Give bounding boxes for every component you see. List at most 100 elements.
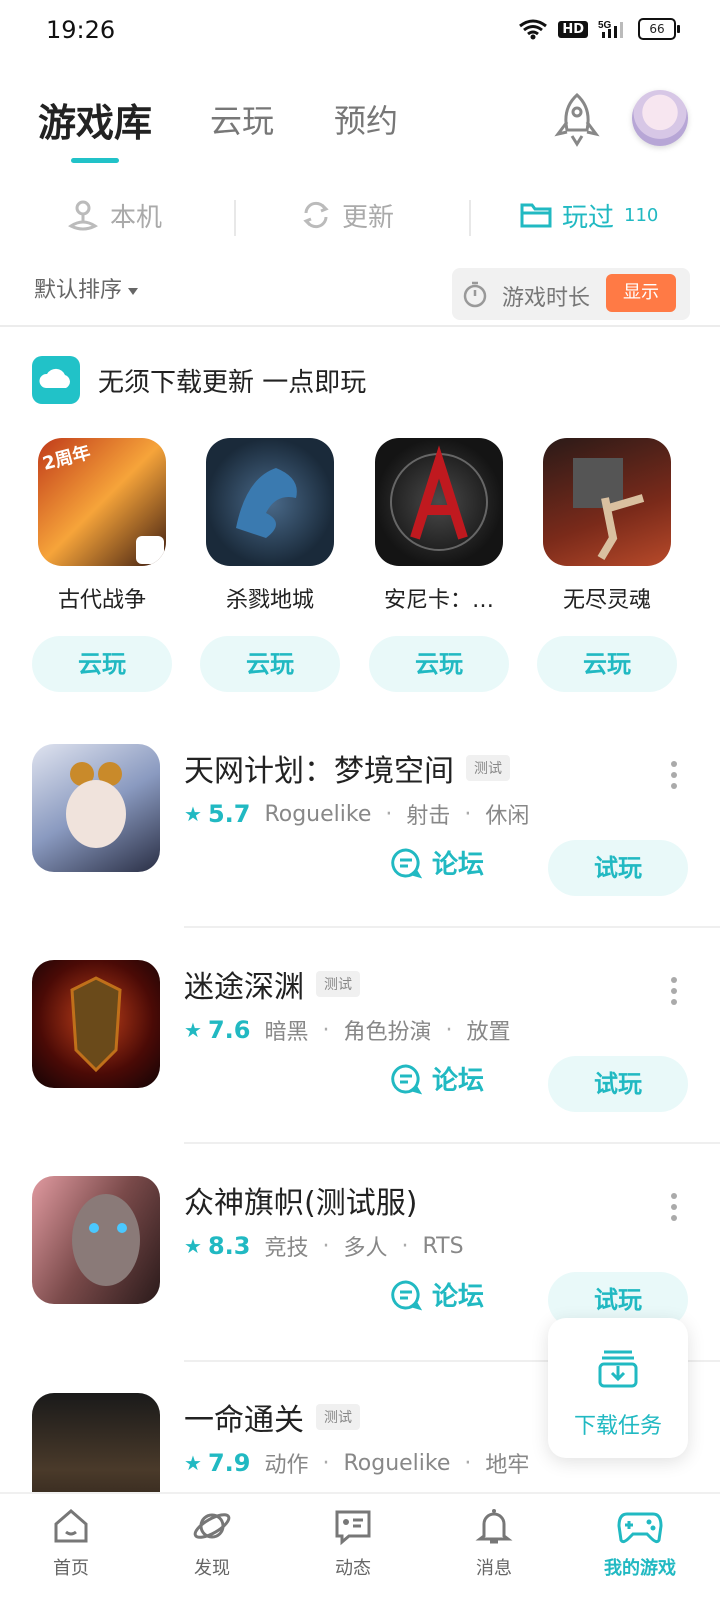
avatar[interactable]: [632, 90, 688, 146]
game-title: 一命通关 测试: [184, 1395, 360, 1439]
game-icon: [375, 438, 503, 566]
cloud-game-card[interactable]: 2周年 古代战争 云玩: [32, 438, 172, 692]
forum-button[interactable]: 论坛: [390, 1276, 484, 1313]
folder-icon: [520, 203, 552, 228]
separator-dot: ·: [401, 1233, 409, 1259]
show-play-time-button[interactable]: 显示: [606, 274, 676, 312]
nav-messages[interactable]: 消息: [449, 1506, 539, 1580]
sort-row: 默认排序 游戏时长 显示: [0, 266, 720, 326]
cloud-play-button[interactable]: 云玩: [32, 636, 172, 692]
tag: Roguelike: [264, 801, 372, 827]
game-icon: [32, 744, 160, 872]
game-title-text: 迷途深渊: [184, 970, 304, 1005]
more-vertical-icon[interactable]: [670, 976, 678, 1006]
rating: ★ 7.9: [184, 1449, 250, 1477]
partner-badge-icon: [136, 536, 164, 564]
forum-icon: [391, 1279, 422, 1310]
tab-cloud-play[interactable]: 云玩: [210, 96, 274, 142]
nav-feed[interactable]: 动态: [308, 1506, 398, 1580]
divider: [184, 926, 720, 928]
rating-value: 7.9: [207, 1449, 251, 1477]
filter-update[interactable]: 更新: [300, 190, 394, 240]
play-time-toggle: 游戏时长 显示: [452, 268, 690, 320]
download-task-button[interactable]: 下载任务: [548, 1318, 688, 1458]
tag: 竞技: [264, 1236, 309, 1261]
cloud-play-button[interactable]: 云玩: [369, 636, 509, 692]
anniversary-badge: 2周年: [40, 442, 93, 475]
game-list-item[interactable]: 迷途深渊 测试 ★ 7.6 暗黑 · 角色扮演 · 放置 论坛 试玩: [0, 960, 720, 1180]
rocket-icon[interactable]: [552, 92, 602, 148]
rating: ★ 8.3: [184, 1232, 250, 1260]
refresh-icon: [303, 201, 329, 229]
star-icon: ★: [184, 1018, 202, 1042]
tag: 射击: [406, 804, 451, 829]
more-vertical-icon[interactable]: [670, 760, 678, 790]
forum-button[interactable]: 论坛: [390, 844, 484, 881]
game-list-item[interactable]: 天网计划：梦境空间 测试 ★ 5.7 Roguelike · 射击 · 休闲 论坛 试…: [0, 744, 720, 964]
test-badge: 测试: [316, 1404, 360, 1430]
download-tray-icon: [598, 1350, 638, 1388]
forum-button[interactable]: 论坛: [390, 1060, 484, 1097]
game-meta: ★ 7.6 暗黑 · 角色扮演 · 放置: [184, 1014, 511, 1046]
divider: [184, 1142, 720, 1144]
cloud-play-button[interactable]: 云玩: [200, 636, 340, 692]
filter-local[interactable]: 本机: [66, 190, 162, 240]
nav-label: 消息: [476, 1558, 512, 1579]
nav-label: 动态: [335, 1558, 371, 1579]
filter-update-label: 更新: [342, 202, 395, 233]
cloud-game-card[interactable]: 无尽灵魂 云玩: [537, 438, 677, 692]
rating: ★ 7.6: [184, 1016, 250, 1044]
cloud-game-card[interactable]: 杀戮地城 云玩: [200, 438, 340, 692]
tab-game-library[interactable]: 游戏库: [38, 92, 152, 147]
rating-value: 7.6: [207, 1016, 251, 1044]
game-title-text: 一命通关: [184, 1403, 304, 1438]
separator-dot: ·: [322, 1233, 330, 1259]
sort-dropdown[interactable]: 默认排序: [34, 272, 139, 304]
tab-reservation[interactable]: 预约: [334, 96, 398, 142]
top-tabs: 游戏库 云玩 预约: [0, 86, 720, 166]
nav-home[interactable]: 首页: [26, 1506, 116, 1580]
tag: 多人: [343, 1236, 388, 1261]
forum-label: 论坛: [432, 1282, 485, 1312]
separator-dot: ·: [322, 1017, 330, 1043]
forum-label: 论坛: [432, 1066, 485, 1096]
try-play-button[interactable]: 试玩: [548, 840, 688, 896]
rating: ★ 5.7: [184, 800, 250, 828]
tag: 放置: [466, 1020, 511, 1045]
more-vertical-icon[interactable]: [670, 1192, 678, 1222]
divider: [469, 200, 471, 236]
game-title: 迷途深渊 测试: [184, 962, 360, 1006]
nav-my-games[interactable]: 我的游戏: [590, 1506, 690, 1580]
separator-dot: ·: [322, 1450, 330, 1476]
test-badge: 测试: [466, 755, 510, 781]
filter-played[interactable]: 玩过 110: [520, 190, 658, 240]
status-time: 19:26: [46, 16, 116, 44]
joystick-icon: [68, 200, 98, 231]
gamepad-icon: [617, 1512, 663, 1544]
divider: [0, 325, 720, 327]
planet-icon: [193, 1513, 231, 1539]
battery-indicator: 66: [638, 18, 680, 40]
separator-dot: ·: [385, 801, 393, 827]
try-play-button[interactable]: 试玩: [548, 1056, 688, 1112]
cloud-icon: [32, 356, 80, 404]
game-meta: ★ 7.9 动作 · Roguelike · 地牢: [184, 1447, 529, 1479]
cloud-section-header: 无须下载更新 一点即玩: [32, 355, 366, 405]
game-icon: [32, 960, 160, 1088]
active-tab-indicator: [71, 158, 119, 163]
cloud-section-title: 无须下载更新 一点即玩: [98, 367, 367, 398]
cloud-game-card[interactable]: 安尼卡：… 云玩: [369, 438, 509, 692]
nav-label: 我的游戏: [604, 1558, 676, 1579]
tag: RTS: [422, 1233, 464, 1259]
tag: 地牢: [485, 1453, 530, 1478]
forum-label: 论坛: [432, 850, 485, 880]
forum-icon: [391, 847, 422, 878]
game-icon: [32, 1176, 160, 1304]
nav-discover[interactable]: 发现: [167, 1506, 257, 1580]
game-title: 众神旗帜(测试服): [184, 1178, 417, 1222]
caret-down-icon: [128, 287, 139, 295]
cloud-play-button[interactable]: 云玩: [537, 636, 677, 692]
cloud-game-name: 无尽灵魂: [562, 588, 651, 613]
tag: Roguelike: [343, 1450, 451, 1476]
cloud-game-name: 杀戮地城: [225, 588, 314, 613]
